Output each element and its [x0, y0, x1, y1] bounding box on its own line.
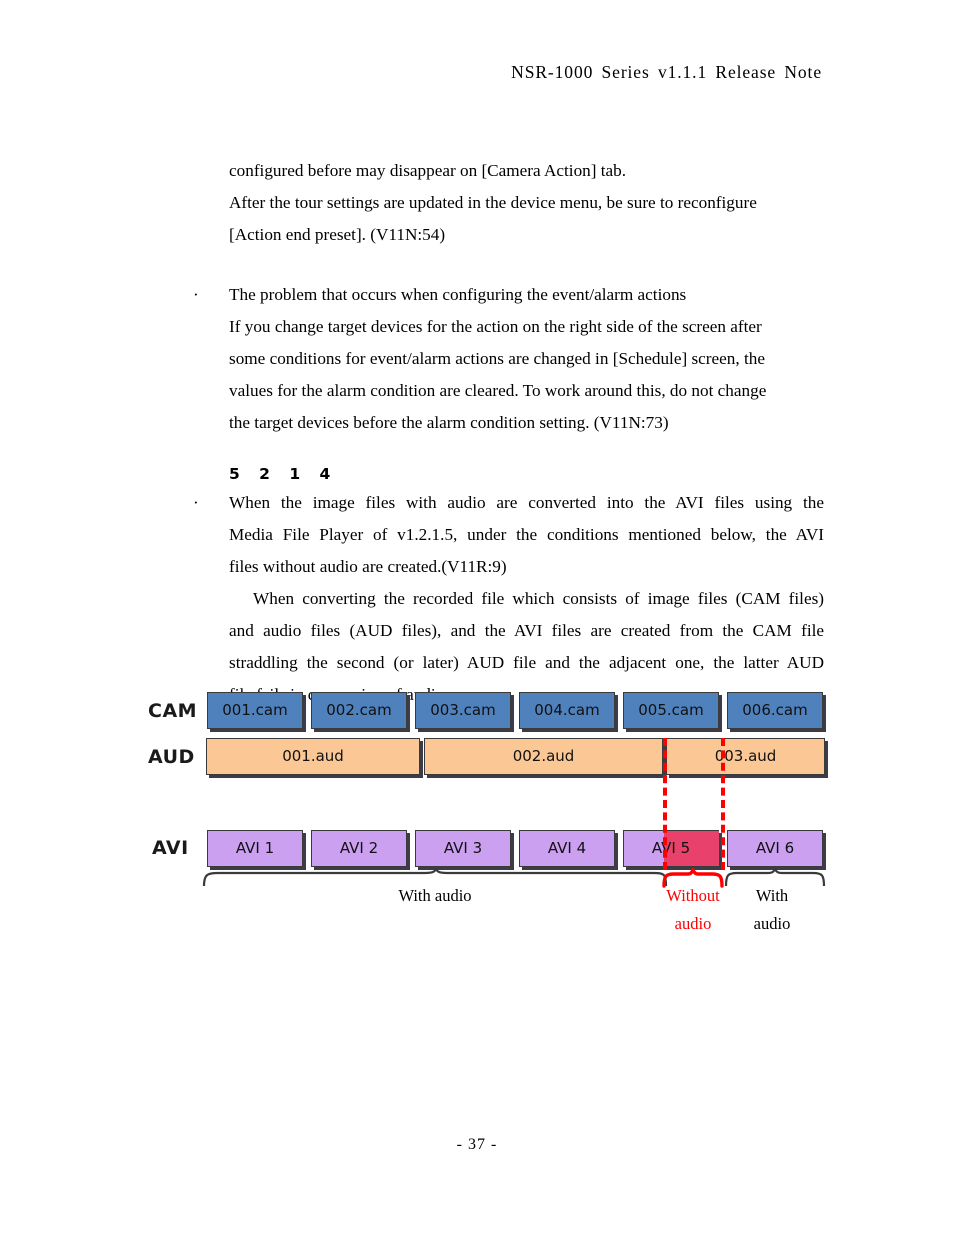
aud-file-box: 001.aud [206, 738, 420, 775]
cam-file-box: 004.cam [519, 692, 615, 729]
caption-without-audio-line1: Without [666, 886, 720, 905]
aud-file-label: 001.aud [282, 747, 344, 765]
cam-file-box: 005.cam [623, 692, 719, 729]
cam-file-label: 004.cam [534, 701, 600, 719]
cam-file-box: 003.cam [415, 692, 511, 729]
caption-with-audio-right-line2: audio [753, 914, 791, 933]
avi-file-label: AVI 5 [651, 839, 691, 857]
cam-file-box: 001.cam [207, 692, 303, 729]
cam-file-box: 002.cam [311, 692, 407, 729]
paragraph-line: some conditions for event/alarm actions … [229, 349, 765, 368]
avi-file-box-highlighted: AVI 5 [623, 830, 719, 867]
paragraph-line: The problem that occurs when configuring… [229, 285, 687, 304]
paragraph-line: When converting the recorded file which … [253, 589, 824, 608]
aud-file-box: 003.aud [666, 738, 825, 775]
bullet-marker-icon: · [193, 285, 199, 304]
paragraph-line: [Action end preset]. (V11N:54) [229, 225, 446, 244]
boundary-marker-line-left [663, 738, 667, 870]
page-number: - 37 - [456, 1136, 498, 1153]
aud-file-box: 002.aud [424, 738, 663, 775]
diagram-row-label-aud: AUD [148, 746, 195, 768]
avi-file-label: AVI 1 [235, 839, 275, 857]
boundary-marker-line-right [721, 738, 725, 870]
bullet-item-event-alarm: · The problem that occurs when configuri… [188, 279, 824, 439]
paragraph-continued: configured before may disappear on [Came… [229, 155, 824, 251]
avi-file-box: AVI 3 [415, 830, 511, 867]
paragraph-line: values for the alarm condition are clear… [229, 381, 767, 400]
aud-file-label: 002.aud [512, 747, 575, 765]
avi-file-box: AVI 6 [727, 830, 823, 867]
section-number: 5 2 1 4 [229, 465, 338, 483]
page-footer: - 37 - [0, 1136, 954, 1154]
paragraph-line: If you change target devices for the act… [229, 317, 762, 336]
caption-with-audio-right-line1: With [755, 886, 789, 905]
avi-file-label: AVI 4 [547, 839, 587, 857]
caption-without-audio-line2: audio [674, 914, 712, 933]
avi-file-box: AVI 4 [519, 830, 615, 867]
cam-file-label: 005.cam [638, 701, 704, 719]
cam-file-label: 003.cam [430, 701, 496, 719]
avi-file-label: AVI 3 [443, 839, 483, 857]
cam-file-label: 002.cam [326, 701, 392, 719]
bullet-text: The problem that occurs when configuring… [229, 279, 824, 439]
avi-file-box: AVI 1 [207, 830, 303, 867]
diagram-row-label-avi: AVI [152, 837, 189, 859]
file-conversion-diagram: CAM AUD AVI 001.cam 002.cam 003.cam 004.… [0, 676, 954, 946]
document-body: configured before may disappear on [Came… [188, 155, 824, 711]
cam-file-label: 001.cam [222, 701, 288, 719]
paragraph-line: configured before may disappear on [Came… [229, 161, 627, 180]
cam-file-box: 006.cam [727, 692, 823, 729]
caption-with-audio-left: With audio [398, 886, 472, 905]
document-header-title: NSR-1000 Series v1.1.1 Release Note [511, 62, 822, 82]
paragraph-line: After the tour settings are updated in t… [229, 193, 757, 212]
bullet-marker-icon: · [193, 493, 199, 512]
document-page: NSR-1000 Series v1.1.1 Release Note conf… [0, 0, 954, 1235]
diagram-row-label-cam: CAM [148, 700, 198, 722]
paragraph-line: files without audio are created.(V11R:9) [229, 557, 507, 576]
paragraph-line: and audio files (AUD files), and the AVI… [229, 621, 824, 640]
paragraph-line: When the image files with audio are conv… [229, 493, 824, 512]
avi-file-box: AVI 2 [311, 830, 407, 867]
avi-file-label: AVI 6 [755, 839, 795, 857]
avi-file-label: AVI 2 [339, 839, 379, 857]
paragraph-line: Media File Player of v1.2.1.5, under the… [229, 525, 824, 544]
cam-file-label: 006.cam [742, 701, 808, 719]
paragraph-line: the target devices before the alarm cond… [229, 413, 669, 432]
paragraph-line: straddling the second (or later) AUD fil… [229, 653, 824, 672]
